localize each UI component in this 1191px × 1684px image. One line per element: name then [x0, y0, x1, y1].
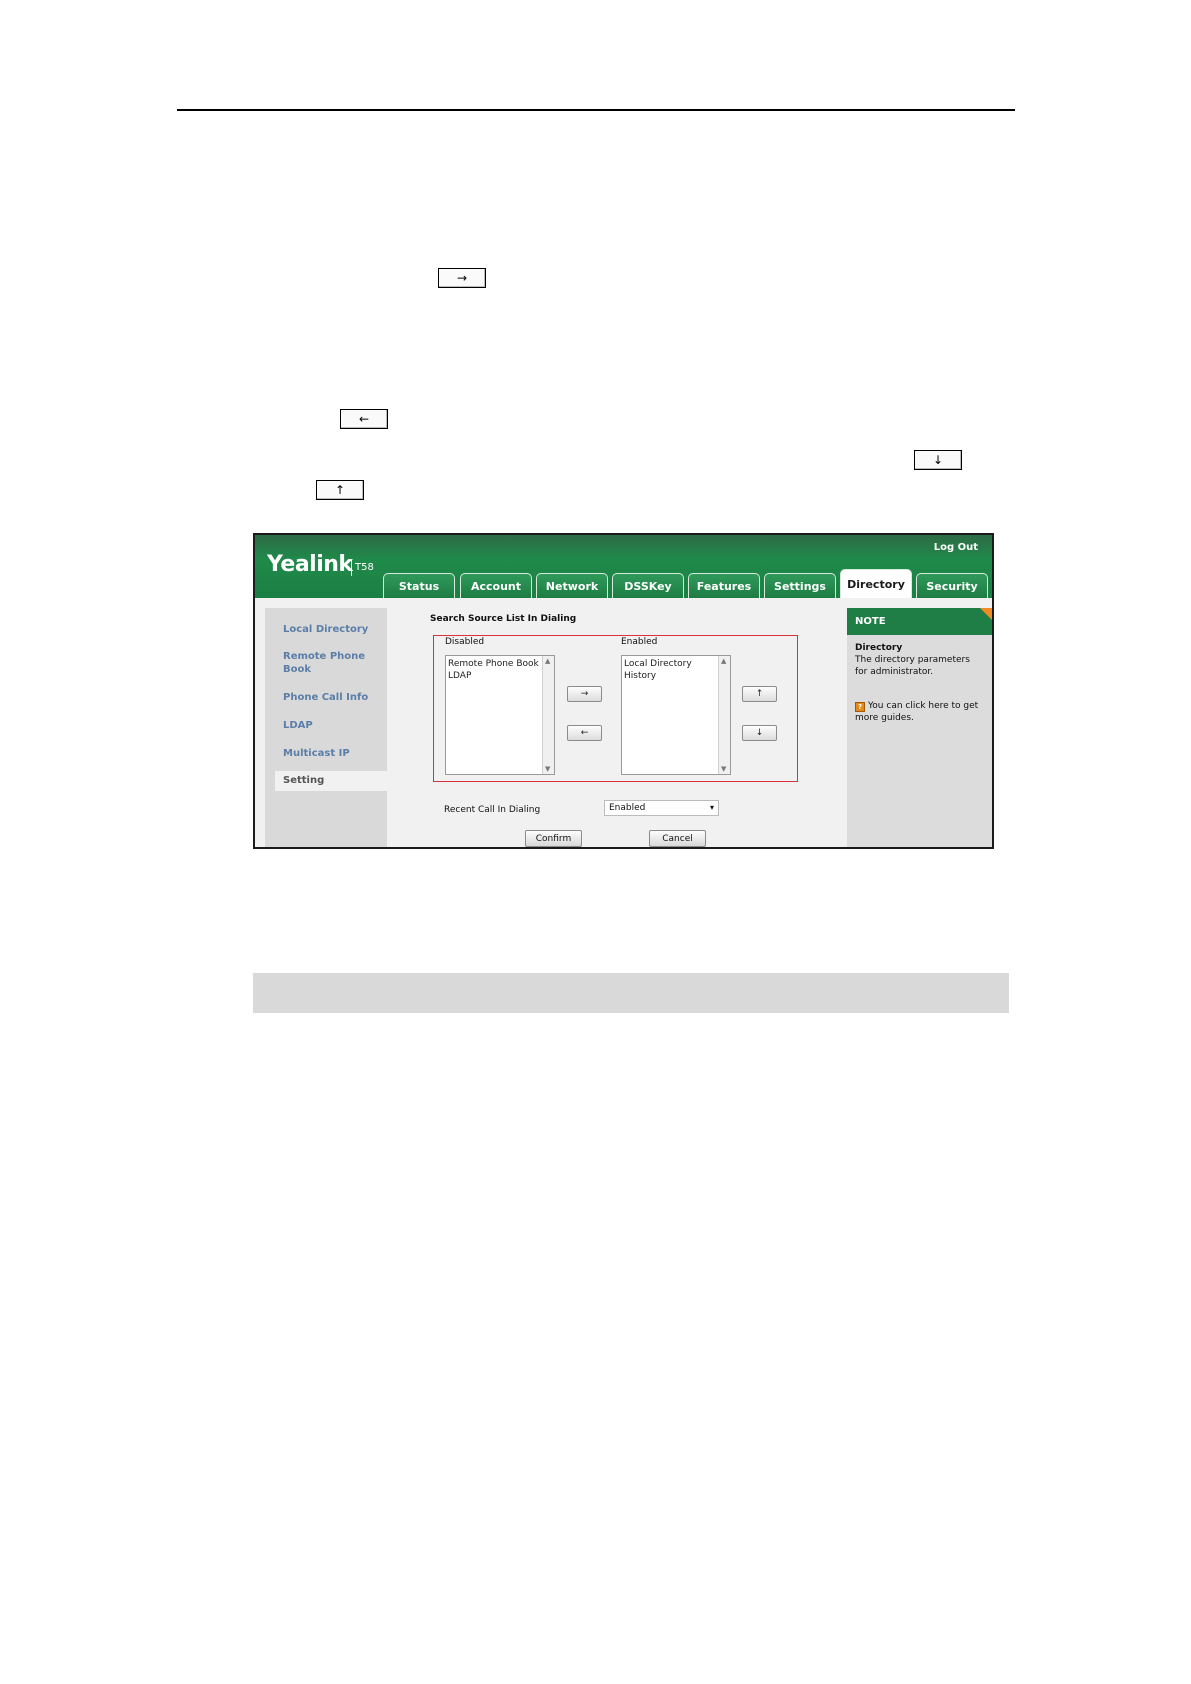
sidebar-item-setting[interactable]: Setting: [275, 771, 387, 791]
model-label: T58: [351, 560, 374, 576]
cancel-button[interactable]: Cancel: [649, 830, 706, 847]
note-body: The directory parameters for administrat…: [855, 655, 970, 677]
sidebar: Local Directory Remote Phone Book Phone …: [265, 608, 387, 847]
tab-account[interactable]: Account: [460, 573, 532, 598]
note-panel: NOTE Directory The directory parameters …: [847, 608, 992, 847]
tab-security[interactable]: Security: [916, 573, 988, 598]
scrollbar[interactable]: ▲ ▼: [542, 656, 554, 774]
tab-settings[interactable]: Settings: [764, 573, 836, 598]
scroll-down-icon[interactable]: ▼: [545, 765, 550, 773]
note-corner-decoration: [980, 608, 992, 621]
confirm-button[interactable]: Confirm: [525, 830, 582, 847]
note-guide-link[interactable]: ? You can click here to get more guides.: [855, 700, 985, 724]
move-left-button[interactable]: ←: [567, 725, 602, 741]
list-item[interactable]: History: [622, 670, 730, 682]
scroll-up-icon[interactable]: ▲: [721, 657, 726, 665]
tab-directory[interactable]: Directory: [840, 569, 912, 598]
left-arrow-key-glyph: ←: [340, 409, 388, 429]
sidebar-item-local-directory[interactable]: Local Directory: [283, 623, 368, 636]
recent-call-value: Enabled: [609, 803, 646, 813]
log-out-link[interactable]: Log Out: [934, 542, 978, 553]
tab-features[interactable]: Features: [688, 573, 760, 598]
note-band: [253, 973, 1009, 1013]
tab-network[interactable]: Network: [536, 573, 608, 598]
down-arrow-key-glyph: ↓: [914, 450, 962, 470]
sidebar-item-multicast-ip[interactable]: Multicast IP: [283, 747, 350, 760]
sidebar-item-ldap[interactable]: LDAP: [283, 719, 313, 732]
header-rule: [177, 109, 1015, 111]
right-arrow-key-glyph: →: [438, 268, 486, 288]
note-title: Directory: [855, 643, 903, 653]
scroll-down-icon[interactable]: ▼: [721, 765, 726, 773]
brand-logo: Yealink: [267, 552, 353, 577]
sidebar-item-phone-call-info[interactable]: Phone Call Info: [283, 691, 368, 704]
list-item[interactable]: LDAP: [446, 670, 554, 682]
move-down-button[interactable]: ↓: [742, 725, 777, 741]
top-bar: Log Out Yealink T58 Status Account Netwo…: [255, 535, 992, 598]
scrollbar[interactable]: ▲ ▼: [718, 656, 730, 774]
disabled-label: Disabled: [445, 637, 485, 647]
note-header: NOTE: [847, 608, 992, 635]
list-item[interactable]: Remote Phone Book: [446, 658, 554, 670]
section-title: Search Source List In Dialing: [430, 614, 577, 624]
note-link-text[interactable]: You can click here to get more guides.: [855, 701, 978, 723]
scroll-up-icon[interactable]: ▲: [545, 657, 550, 665]
list-item[interactable]: Local Directory: [622, 658, 730, 670]
chevron-down-icon: ▾: [709, 803, 714, 812]
sidebar-item-remote-phone-book[interactable]: Remote Phone Book: [283, 650, 373, 676]
move-right-button[interactable]: →: [567, 686, 602, 702]
up-arrow-key-glyph: ↑: [316, 480, 364, 500]
recent-call-label: Recent Call In Dialing: [444, 805, 541, 815]
move-up-button[interactable]: ↑: [742, 686, 777, 702]
web-ui-screenshot: Log Out Yealink T58 Status Account Netwo…: [253, 533, 994, 849]
help-icon: ?: [855, 702, 865, 712]
recent-call-select[interactable]: Enabled ▾: [604, 800, 719, 816]
enabled-list[interactable]: Local Directory History ▲ ▼: [621, 655, 731, 775]
tab-status[interactable]: Status: [383, 573, 455, 598]
disabled-list[interactable]: Remote Phone Book LDAP ▲ ▼: [445, 655, 555, 775]
enabled-label: Enabled: [621, 637, 658, 647]
tab-dsskey[interactable]: DSSKey: [612, 573, 684, 598]
